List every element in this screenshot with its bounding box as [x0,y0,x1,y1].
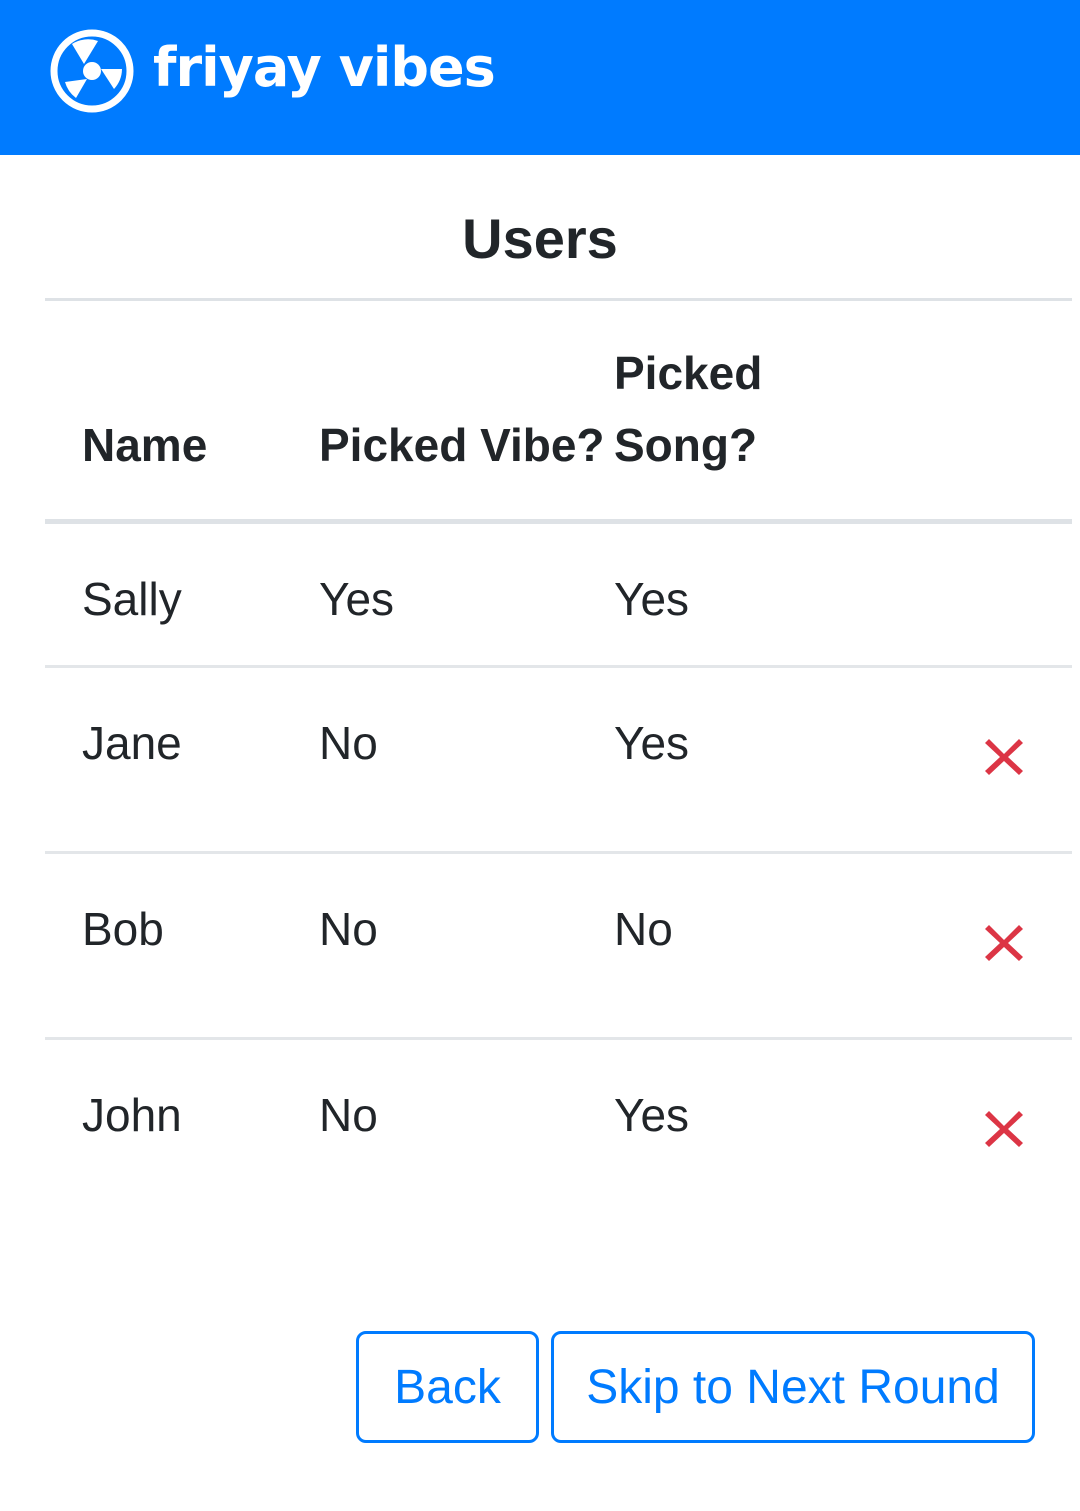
vinyl-record-icon [50,29,134,113]
row-actions [914,667,1072,853]
row-actions [914,522,1072,667]
picked-song-value: Yes [614,573,690,625]
picked-song-value: Yes [614,717,690,769]
navbar: friyay vibes [0,0,1080,155]
close-icon[interactable] [977,1102,1031,1156]
picked-vibe-value: No [319,1089,378,1141]
table-row: Bob No No [45,853,1072,1039]
close-icon[interactable] [977,916,1031,970]
picked-vibe-value: No [319,717,378,769]
brand-link[interactable]: friyay vibes [48,26,496,116]
table-row: John No Yes [45,1039,1072,1225]
user-name: John [82,1089,182,1141]
picked-vibe-value: No [319,903,378,955]
users-table: Name Picked Vibe? Picked Song? Sally Yes… [45,298,1072,1225]
brand-name: friyay vibes [153,35,496,99]
column-header-name: Name [82,419,208,471]
skip-to-next-round-button[interactable]: Skip to Next Round [551,1331,1035,1443]
page-title: Users [462,207,618,270]
table-row: Sally Yes Yes [45,522,1072,667]
picked-song-value: Yes [614,1089,690,1141]
back-button[interactable]: Back [356,1331,539,1443]
user-name: Bob [82,903,164,955]
column-header-picked-vibe: Picked Vibe? [319,419,605,471]
column-header-actions [914,300,1072,522]
close-icon[interactable] [977,730,1031,784]
table-row: Jane No Yes [45,667,1072,853]
picked-song-value: No [614,903,673,955]
users-table-container: Name Picked Vibe? Picked Song? Sally Yes… [45,298,1072,1225]
user-name: Jane [82,717,182,769]
user-name: Sally [82,573,182,625]
table-header-row: Name Picked Vibe? Picked Song? [45,299,1072,522]
row-actions [914,853,1072,1039]
picked-vibe-value: Yes [319,573,395,625]
row-actions [914,1039,1072,1225]
column-header-picked-song: Picked Song? [614,347,763,471]
